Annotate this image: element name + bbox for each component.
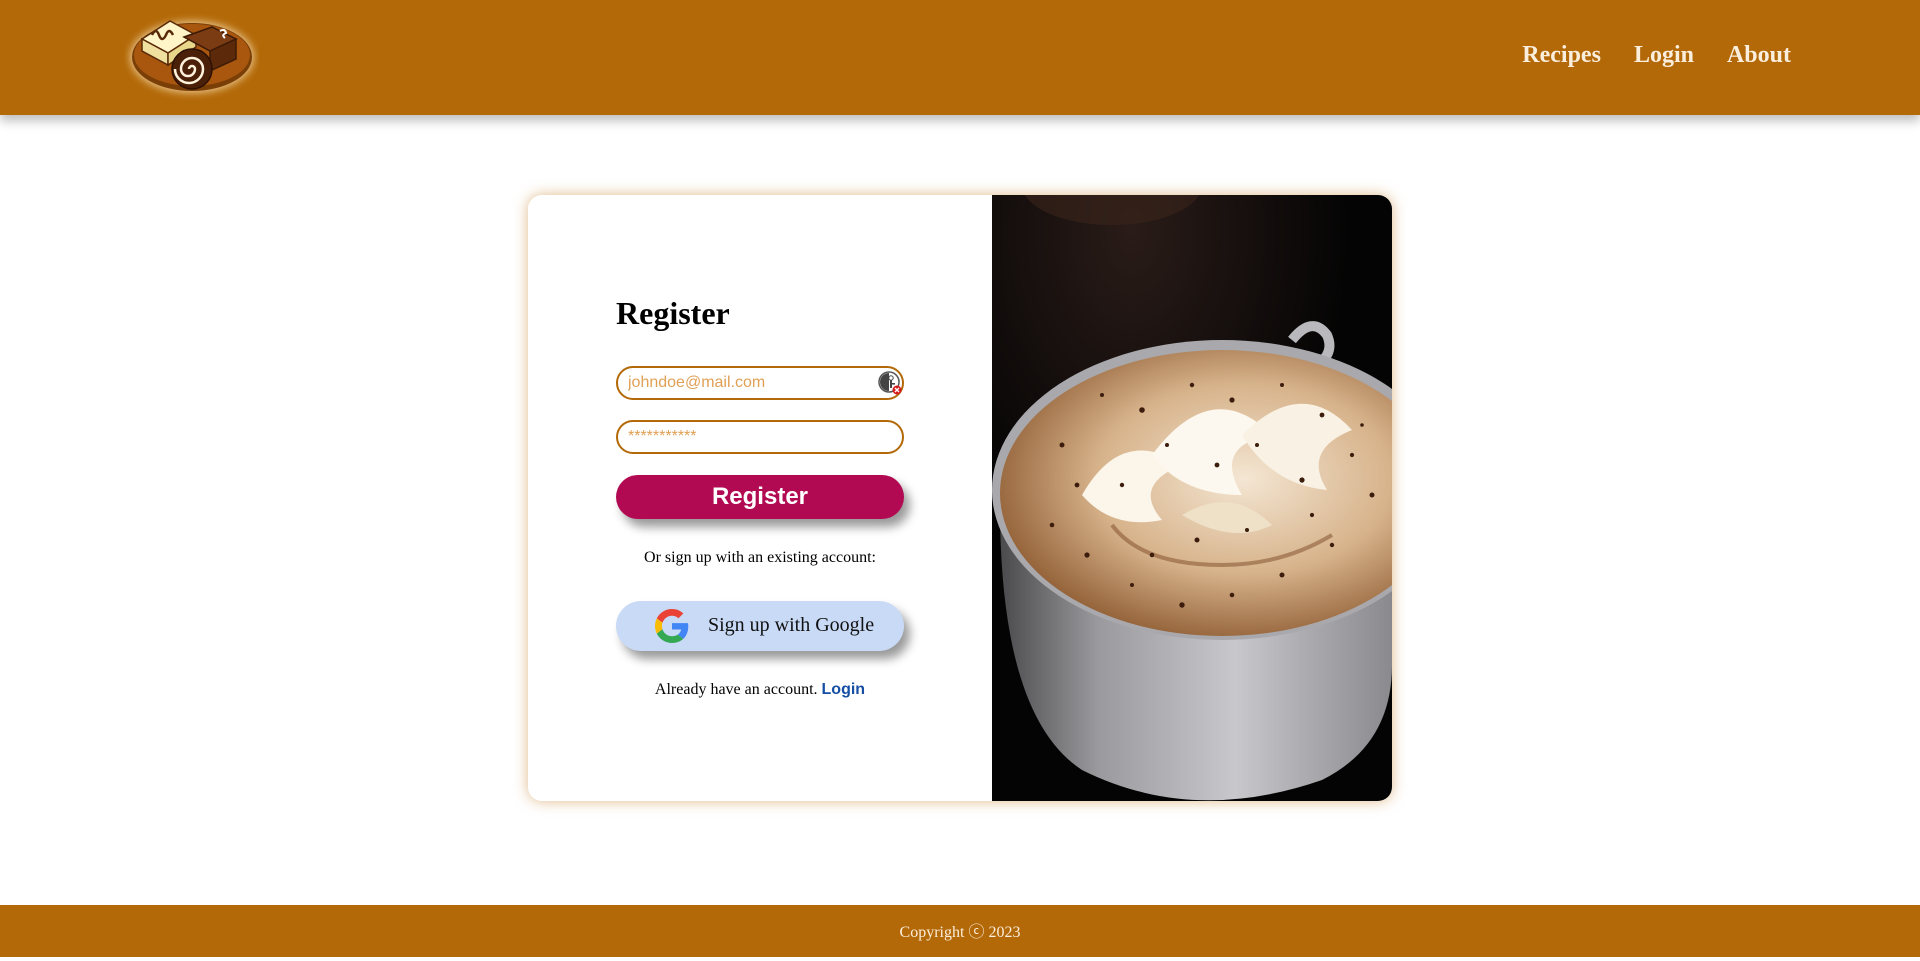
have-account-text: Already have an account.	[654, 681, 818, 698]
copyright-text: Copyright ⓒ 2023	[899, 924, 1021, 941]
register-form-panel: Register Register Or sign up with an exi…	[528, 195, 992, 801]
register-button[interactable]: Register	[616, 475, 904, 519]
site-logo[interactable]	[124, 11, 259, 101]
register-card: Register Register Or sign up with an exi…	[528, 195, 1392, 801]
hot-chocolate-photo	[992, 195, 1392, 801]
nav-about-link[interactable]: About	[1727, 42, 1791, 69]
top-navbar: Recipes Login About	[0, 0, 1920, 115]
login-prompt: Already have an account. Login	[528, 681, 992, 699]
nav-login-link[interactable]: Login	[1634, 42, 1694, 69]
site-footer: Copyright ⓒ 2023	[0, 905, 1920, 957]
google-signup-button[interactable]: Sign up with Google	[616, 601, 904, 651]
password-manager-key-icon[interactable]	[877, 370, 903, 396]
alt-signup-text: Or sign up with an existing account:	[644, 549, 876, 566]
email-input[interactable]	[616, 366, 904, 400]
google-signup-label: Sign up with Google	[708, 614, 875, 636]
login-link[interactable]: Login	[822, 681, 866, 698]
nav-recipes-link[interactable]: Recipes	[1522, 42, 1601, 69]
password-input[interactable]	[616, 420, 904, 454]
google-g-icon	[655, 609, 689, 643]
pastry-plate-logo-icon	[130, 20, 254, 93]
register-title: Register	[616, 295, 730, 331]
main-nav: Recipes Login About	[1522, 42, 1791, 69]
